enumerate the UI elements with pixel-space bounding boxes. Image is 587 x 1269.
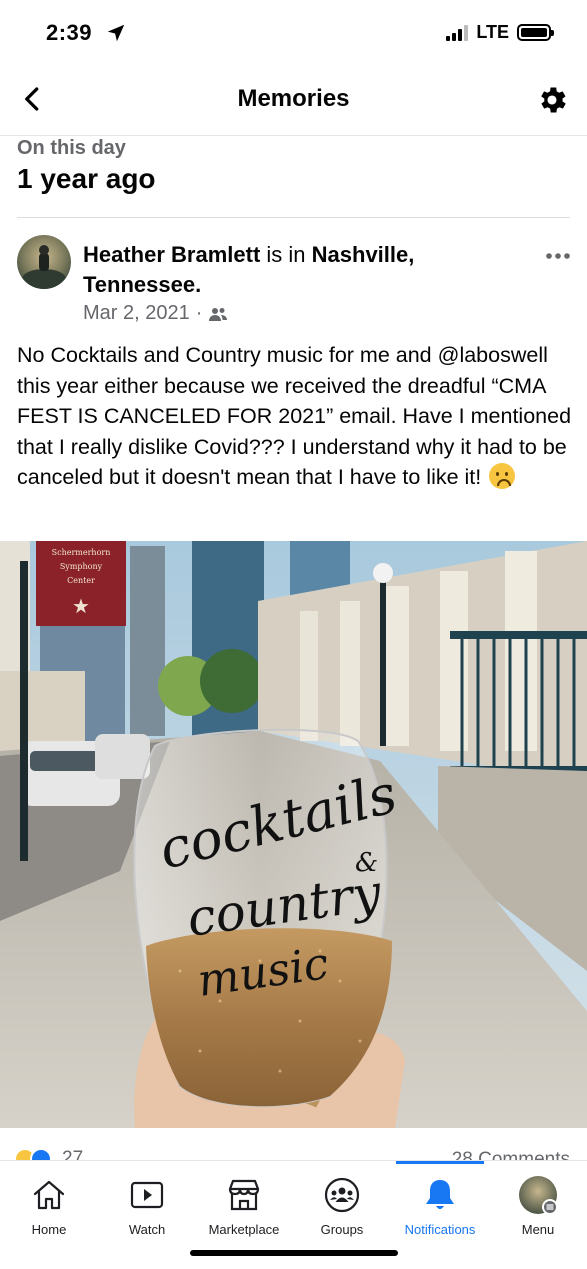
marketplace-icon — [228, 1179, 260, 1211]
active-tab-indicator — [396, 1161, 484, 1164]
nav-header: Memories — [0, 66, 587, 136]
sign-text-3: Center — [67, 576, 95, 585]
author-avatar[interactable] — [17, 235, 71, 289]
tab-label-groups: Groups — [320, 1222, 364, 1237]
tab-label-menu: Menu — [521, 1222, 555, 1237]
post-text-block: No Cocktails and Country music for me an… — [17, 340, 577, 493]
tab-home[interactable]: Home — [0, 1175, 98, 1237]
tab-marketplace[interactable]: Marketplace — [195, 1175, 293, 1237]
more-options-button[interactable] — [545, 240, 571, 266]
network-type: LTE — [476, 22, 509, 42]
bell-icon — [426, 1180, 454, 1209]
more-horizontal-icon — [546, 253, 570, 259]
post-photo[interactable]: Schermerhorn Symphony Center ★ cocktails… — [0, 541, 587, 1128]
page-title: Memories — [237, 85, 350, 112]
sign-text-2: Symphony — [60, 562, 103, 571]
post-date[interactable]: Mar 2, 2021 — [83, 302, 190, 325]
memory-title: 1 year ago — [17, 163, 156, 194]
battery-icon — [517, 24, 554, 41]
status-indicators: LTE — [446, 22, 554, 43]
status-bar: 2:39 LTE — [0, 0, 587, 66]
profile-avatar-icon — [519, 1176, 558, 1215]
location-arrow-icon — [107, 24, 125, 42]
author-connector: is in — [260, 242, 312, 267]
tab-label-notifications: Notifications — [404, 1222, 476, 1237]
watch-icon — [130, 1181, 164, 1209]
avatar-image — [17, 235, 71, 289]
signal-bars-icon — [446, 24, 469, 41]
meta-separator: · — [195, 302, 203, 324]
post-author-line: Heather Bramlett is in Nashville, Tennes… — [83, 240, 513, 300]
photo-image: Schermerhorn Symphony Center ★ cocktails… — [0, 541, 587, 1128]
gear-icon[interactable] — [535, 83, 569, 117]
home-indicator — [190, 1250, 398, 1256]
svg-text:★: ★ — [72, 594, 90, 618]
groups-icon — [324, 1177, 360, 1213]
tab-menu[interactable]: Menu — [489, 1175, 587, 1237]
tab-watch[interactable]: Watch — [98, 1175, 196, 1237]
post-text: No Cocktails and Country music for me an… — [17, 343, 572, 489]
tab-label-home: Home — [31, 1222, 67, 1237]
sign-text: Schermerhorn — [52, 548, 111, 557]
tab-notifications[interactable]: Notifications — [391, 1175, 489, 1237]
divider — [17, 217, 570, 218]
post-meta: Mar 2, 2021 · — [83, 302, 228, 325]
memory-subtitle: On this day — [17, 137, 126, 159]
sad-face-emoji — [489, 463, 516, 489]
author-name[interactable]: Heather Bramlett — [83, 242, 260, 267]
tab-label-watch: Watch — [128, 1222, 166, 1237]
home-icon — [33, 1180, 65, 1210]
friends-icon — [209, 307, 228, 321]
status-time: 2:39 — [46, 20, 93, 45]
tab-label-marketplace: Marketplace — [208, 1222, 280, 1237]
tab-groups[interactable]: Groups — [293, 1175, 391, 1237]
